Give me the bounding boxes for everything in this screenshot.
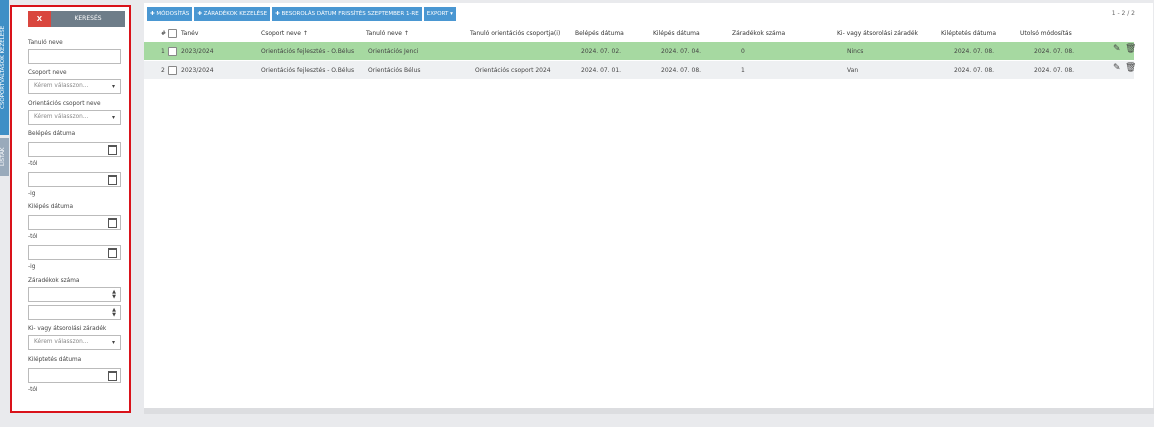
cell-discharge-date: 2024. 07. 08. <box>954 48 995 55</box>
transfer-clause-value: Kérem válasszon... <box>34 339 89 345</box>
cell-group-name: Orientációs fejlesztés - O.Bélus <box>261 48 355 55</box>
orientation-group-value: Kérem válasszon... <box>34 114 89 120</box>
entry-to-label: -ig <box>28 191 36 197</box>
exit-to-label: -ig <box>28 264 36 270</box>
entry-date-label: Belépés dátuma <box>28 131 76 137</box>
col-entry-date[interactable]: Belépés dátuma <box>575 30 624 37</box>
chevron-down-icon: ▾ <box>111 114 115 121</box>
col-transfer-clause[interactable]: Ki- vagy átsorolási záradék <box>837 30 918 37</box>
modify-button[interactable]: ✚ MÓDOSÍTÁS <box>147 7 193 21</box>
entry-date-from-input[interactable] <box>28 142 121 157</box>
cell-transfer-clause: Nincs <box>847 48 864 55</box>
entry-date-to-input[interactable] <box>28 172 121 187</box>
transfer-clause-label: Ki- vagy átsorolási záradék <box>28 326 107 332</box>
toolbar: ✚ MÓDOSÍTÁS ✚ ZÁRADÉKOK KEZELÉSE ✚ BESOR… <box>147 7 456 21</box>
cell-group-name: Orientációs fejlesztés - O.Bélus <box>261 67 355 74</box>
cell-discharge-date: 2024. 07. 08. <box>954 67 995 74</box>
group-name-select[interactable]: Kérem válasszon... ▾ <box>28 79 121 94</box>
trash-icon[interactable]: 🗑 <box>1125 63 1136 73</box>
exit-date-label: Kilépés dátuma <box>28 204 74 210</box>
cell-exit-date: 2024. 07. 08. <box>661 67 702 74</box>
discharge-from-label: -tól <box>28 387 38 393</box>
clause-count-label: Záradékok száma <box>28 278 80 284</box>
manage-clauses-button[interactable]: ✚ ZÁRADÉKOK KEZELÉSE <box>194 7 271 21</box>
filter-panel: X KERESÉS Tanuló neve Csoport neve Kérem… <box>10 5 131 413</box>
col-student-name[interactable]: Tanuló neve ↑ <box>366 30 409 37</box>
row-checkbox[interactable] <box>168 66 177 75</box>
trash-icon[interactable]: 🗑 <box>1125 44 1136 54</box>
col-last-modified[interactable]: Utolsó módosítás <box>1020 30 1072 37</box>
calendar-icon[interactable] <box>108 145 117 155</box>
cell-orientation-groups: Orientációs csoport 2024 <box>475 67 551 74</box>
cell-school-year: 2023/2024 <box>181 48 214 55</box>
clause-count-min-input[interactable]: ▲ ▼ <box>28 287 121 302</box>
col-exit-date[interactable]: Kilépés dátuma <box>653 30 700 37</box>
export-button[interactable]: EXPORT ▾ <box>423 7 456 21</box>
spinner-icon[interactable]: ▲ ▼ <box>112 290 116 300</box>
orientation-group-label: Orientációs csoport neve <box>28 101 101 107</box>
cell-student-name: Orientációs Jenci <box>368 48 419 55</box>
search-button[interactable]: KERESÉS <box>51 11 125 27</box>
student-name-input[interactable] <box>28 49 121 64</box>
exit-date-to-input[interactable] <box>28 245 121 260</box>
cell-last-modified: 2024. 07. 08. <box>1034 67 1075 74</box>
transfer-clause-select[interactable]: Kérem válasszon... ▾ <box>28 335 121 350</box>
calendar-icon[interactable] <box>108 248 117 258</box>
col-discharge-date[interactable]: Kiléptetés dátuma <box>941 30 996 37</box>
table-header: # Tanév Csoport neve ↑ Tanuló neve ↑ Tan… <box>144 29 1134 39</box>
col-clause-count[interactable]: Záradékok száma <box>732 30 785 37</box>
group-name-value: Kérem válasszon... <box>34 83 89 89</box>
cell-student-name: Orientációs Bélus <box>368 67 421 74</box>
cell-last-modified: 2024. 07. 08. <box>1034 48 1075 55</box>
cell-exit-date: 2024. 07. 04. <box>661 48 702 55</box>
row-checkbox[interactable] <box>168 47 177 56</box>
col-orientation-groups[interactable]: Tanuló orientációs csoportja(i) <box>470 30 560 37</box>
chevron-down-icon: ▾ <box>111 83 115 90</box>
manage-clauses-label: ZÁRADÉKOK KEZELÉSE <box>203 11 268 17</box>
discharge-date-label: Kiléptetés dátuma <box>28 357 82 363</box>
pencil-icon[interactable]: ✎ <box>1113 44 1121 54</box>
exit-date-from-input[interactable] <box>28 215 121 230</box>
classification-update-button[interactable]: ✚ BESOROLÁS DÁTUM FRISSÍTÉS SZEPTEMBER 1… <box>272 7 422 21</box>
table-row[interactable]: 1 2023/2024 Orientációs fejlesztés - O.B… <box>144 42 1136 60</box>
orientation-group-select[interactable]: Kérem válasszon... ▾ <box>28 110 121 125</box>
discharge-date-from-input[interactable] <box>28 368 121 383</box>
main-panel: ✚ MÓDOSÍTÁS ✚ ZÁRADÉKOK KEZELÉSE ✚ BESOR… <box>144 3 1153 408</box>
side-tab-group-changes[interactable]: CSOPORTVÁLTÁSOK KEZELÉSE <box>0 0 9 135</box>
classification-update-label: BESOROLÁS DÁTUM FRISSÍTÉS SZEPTEMBER 1-R… <box>281 11 419 17</box>
col-school-year[interactable]: Tanév <box>181 30 198 37</box>
chevron-down-icon: ▾ <box>111 339 115 346</box>
pager-text: 1 - 2 / 2 <box>1111 10 1135 17</box>
spinner-icon[interactable]: ▲ ▼ <box>112 308 116 318</box>
exit-from-label: -tól <box>28 234 38 240</box>
cell-clause-count: 0 <box>741 48 745 55</box>
cell-entry-date: 2024. 07. 02. <box>581 48 622 55</box>
cell-clause-count: 1 <box>741 67 745 74</box>
col-index: # <box>161 30 167 37</box>
cell-entry-date: 2024. 07. 01. <box>581 67 622 74</box>
modify-label: MÓDOSÍTÁS <box>156 11 190 17</box>
cell-school-year: 2023/2024 <box>181 67 214 74</box>
clear-filter-button[interactable]: X <box>28 11 51 27</box>
filter-buttons: X KERESÉS <box>28 11 125 27</box>
bottom-scrollbar[interactable] <box>144 408 1154 414</box>
select-all-checkbox[interactable] <box>168 29 177 38</box>
group-name-label: Csoport neve <box>28 70 67 76</box>
calendar-icon[interactable] <box>108 218 117 228</box>
student-name-label: Tanuló neve <box>28 40 63 46</box>
cell-index: 1 <box>161 48 165 55</box>
col-group-name[interactable]: Csoport neve ↑ <box>261 30 308 37</box>
export-label: EXPORT <box>426 11 449 17</box>
pencil-icon[interactable]: ✎ <box>1113 63 1121 73</box>
table-row[interactable]: 2 2023/2024 Orientációs fejlesztés - O.B… <box>144 61 1136 79</box>
entry-from-label: -tól <box>28 161 38 167</box>
side-tab-lists[interactable]: LISTÁK <box>0 138 9 176</box>
clause-count-max-input[interactable]: ▲ ▼ <box>28 305 121 320</box>
cell-transfer-clause: Van <box>847 67 859 74</box>
cell-index: 2 <box>161 67 165 74</box>
calendar-icon[interactable] <box>108 175 117 185</box>
calendar-icon[interactable] <box>108 371 117 381</box>
